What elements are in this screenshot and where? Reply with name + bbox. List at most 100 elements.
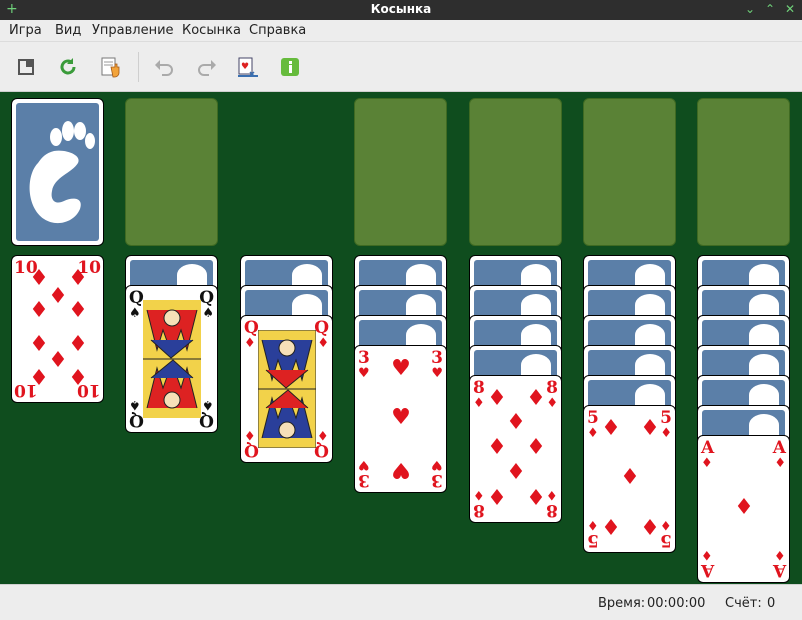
suit-icon: ♥ (358, 457, 370, 472)
window-title: Косынка (370, 2, 432, 16)
suit-icon: ♦ (660, 426, 672, 441)
card-rank: Q (129, 410, 144, 430)
card-rank: A (772, 438, 786, 458)
card-rank: A (772, 560, 786, 580)
card-queen-diamonds[interactable]: Q ♦ Q ♦ Q ♦ Q ♦ (240, 315, 333, 463)
suit-pip: ♦ (640, 516, 660, 541)
time-label: Время: (598, 596, 646, 611)
card-rank: Q (314, 318, 329, 338)
card-5-diamonds[interactable]: 5 ♦ 5 ♦ 5 ♦ 5 ♦ ♦ ♦ ♦ ♦ ♦ (583, 405, 676, 553)
suit-icon: ♠ (202, 306, 214, 321)
menu-help[interactable]: Справка (249, 23, 306, 38)
menu-view[interactable]: Вид (55, 23, 81, 38)
menu-control[interactable]: Управление (92, 23, 174, 38)
card-rank: Q (199, 288, 214, 308)
suit-icon: ♦ (774, 547, 786, 562)
suit-pip: ♦ (68, 266, 88, 291)
card-rank: 5 (587, 408, 599, 428)
suit-icon: ♦ (317, 336, 329, 351)
maximize-icon[interactable]: ⌃ (762, 1, 778, 17)
suit-pip: ♦ (68, 366, 88, 391)
menu-klondike[interactable]: Косынка (182, 23, 241, 38)
time-value: 00:00:00 (647, 596, 706, 611)
suit-icon: ♠ (202, 397, 214, 412)
suit-icon: ♥ (431, 366, 443, 381)
suit-icon: ♦ (660, 517, 672, 532)
suit-pip: ♦ (601, 416, 621, 441)
card-rank: 5 (587, 530, 599, 550)
card-rank: Q (244, 318, 259, 338)
card-rank: Q (129, 288, 144, 308)
suit-icon: ♦ (587, 517, 599, 532)
gnome-foot-logo (29, 121, 95, 224)
minimize-icon[interactable]: ⌄ (742, 1, 758, 17)
card-back (16, 103, 99, 241)
hint-icon[interactable] (99, 55, 123, 79)
suit-icon: ♦ (774, 456, 786, 471)
menu-game[interactable]: Игра (9, 23, 42, 38)
suit-icon: ♦ (317, 427, 329, 442)
redo-icon[interactable] (195, 55, 219, 79)
stock-pile[interactable] (11, 98, 104, 246)
suit-icon: ♥ (431, 457, 443, 472)
info-icon[interactable] (278, 55, 302, 79)
menu-bar: Игра Вид Управление Косынка Справка (0, 20, 802, 42)
suit-icon: ♦ (701, 547, 713, 562)
card-rank: A (701, 438, 715, 458)
suit-pip: ♦ (526, 386, 546, 411)
foundation-slot[interactable] (469, 98, 562, 246)
card-rank: 5 (660, 530, 672, 550)
card-rank: 3 (358, 348, 370, 368)
suit-pip: ♥ (391, 457, 411, 482)
card-ace-diamonds[interactable]: A ♦ A ♦ A ♦ A ♦ ♦ (697, 435, 790, 583)
title-bar: + Косынка ⌄ ⌃ ✕ (0, 0, 802, 20)
queen-portrait-image (143, 300, 201, 418)
suit-pip: ♦ (526, 435, 546, 460)
suit-icon: ♠ (129, 306, 141, 321)
card-3-hearts[interactable]: 3 ♥ 3 ♥ 3 ♥ 3 ♥ ♥ ♥ ♥ (354, 345, 447, 493)
close-icon[interactable]: ✕ (782, 1, 798, 17)
card-rank: 8 (473, 500, 485, 520)
suit-icon: ♦ (244, 427, 256, 442)
card-rank: 8 (546, 378, 558, 398)
card-rank: 3 (431, 348, 443, 368)
foundation-slot[interactable] (354, 98, 447, 246)
foundation-slot[interactable] (125, 98, 218, 246)
score-label: Счёт: (725, 596, 762, 611)
fullscreen-icon[interactable] (15, 55, 39, 79)
suit-icon: ♦ (546, 396, 558, 411)
card-rank: Q (244, 440, 259, 460)
toolbar: ♥ (0, 42, 802, 92)
status-bar: Время: 00:00:00 Счёт: 0 (0, 584, 802, 620)
card-8-diamonds[interactable]: 8 ♦ 8 ♦ 8 ♦ 8 ♦ ♦ ♦ ♦ ♦ ♦ ♦ ♦ ♦ (469, 375, 562, 523)
card-rank: Q (199, 410, 214, 430)
suit-pip: ♥ (391, 356, 411, 381)
suit-icon: ♦ (473, 396, 485, 411)
restart-icon[interactable] (56, 55, 80, 79)
suit-icon: ♦ (587, 426, 599, 441)
deal-icon[interactable]: ♥ (236, 55, 260, 79)
suit-icon: ♠ (129, 397, 141, 412)
suit-icon: ♦ (473, 487, 485, 502)
suit-pip: ♦ (29, 298, 49, 323)
queen-portrait-image (258, 330, 316, 448)
suit-pip: ♦ (734, 495, 754, 520)
toolbar-separator (138, 52, 139, 82)
suit-pip: ♦ (487, 435, 507, 460)
score-value: 0 (767, 596, 776, 611)
card-10-diamonds[interactable]: 10 10 10 10 ♦ ♦ ♦ ♦ ♦ ♦ ♦ ♦ ♦ ♦ (11, 255, 104, 403)
foundation-slot[interactable] (697, 98, 790, 246)
suit-pip: ♦ (506, 460, 526, 485)
card-queen-spades[interactable]: Q ♠ Q ♠ Q ♠ Q ♠ (125, 285, 218, 433)
foundation-slot[interactable] (583, 98, 676, 246)
suit-icon: ♦ (701, 456, 713, 471)
suit-pip: ♦ (48, 284, 68, 309)
undo-icon[interactable] (152, 55, 176, 79)
svg-text:♥: ♥ (241, 62, 249, 72)
card-rank: 3 (358, 470, 370, 490)
card-rank: 8 (473, 378, 485, 398)
card-rank: A (701, 560, 715, 580)
suit-pip: ♦ (487, 486, 507, 511)
suit-pip: ♦ (48, 348, 68, 373)
card-rank: Q (314, 440, 329, 460)
